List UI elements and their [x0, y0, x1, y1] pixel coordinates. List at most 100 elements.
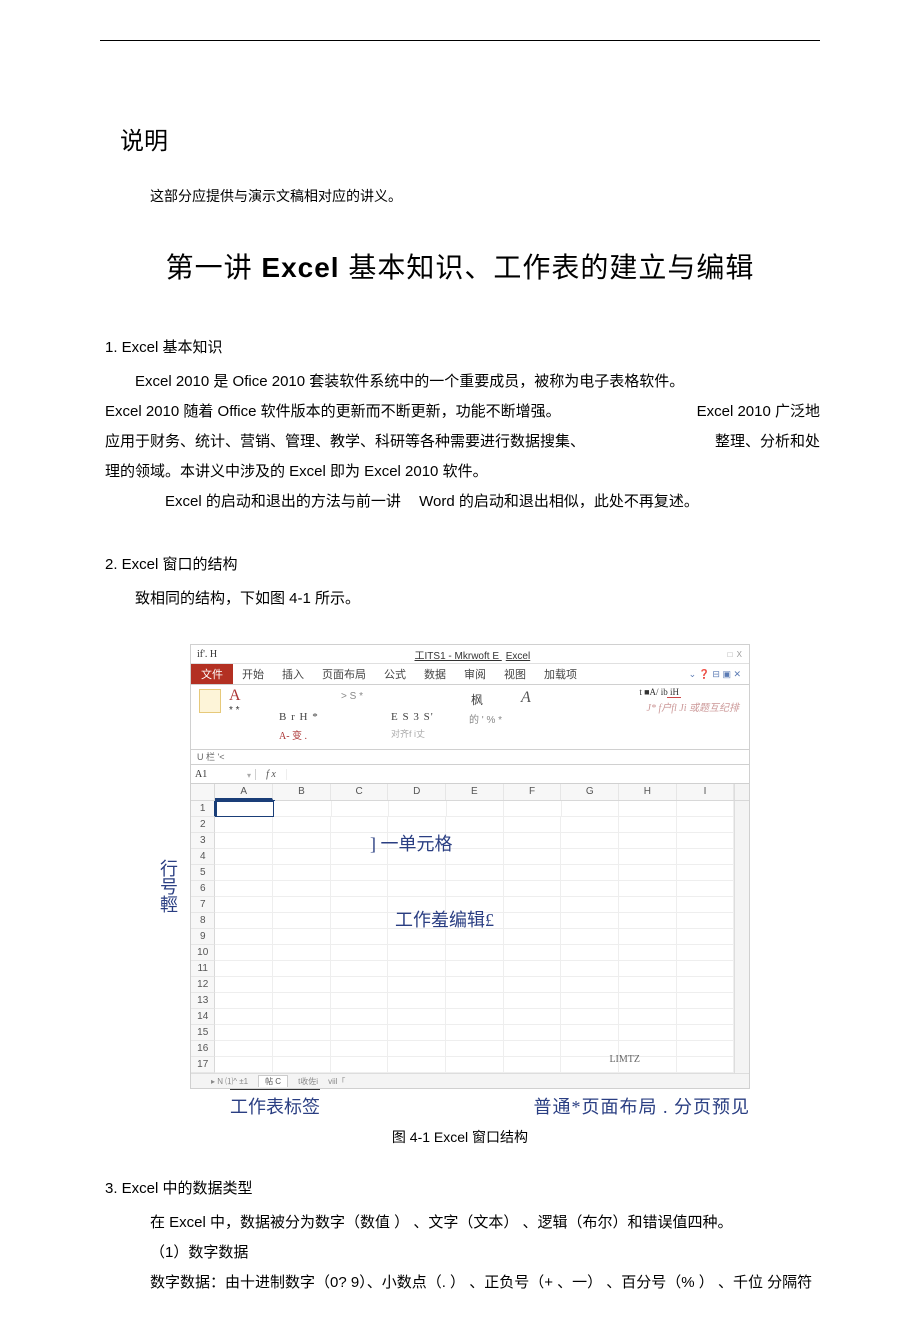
row-header[interactable]: 8: [191, 913, 215, 929]
tab-layout[interactable]: 页面布局: [313, 664, 375, 684]
row-header[interactable]: 17: [191, 1057, 215, 1073]
ribbon-A-italic[interactable]: A: [521, 689, 531, 707]
cell[interactable]: [561, 929, 619, 945]
cell[interactable]: [215, 1041, 273, 1057]
cell[interactable]: [215, 817, 273, 833]
col-header-G[interactable]: G: [561, 784, 619, 800]
cell[interactable]: [619, 865, 677, 881]
cell[interactable]: [215, 961, 273, 977]
cell[interactable]: [677, 897, 735, 913]
cell[interactable]: [332, 801, 390, 817]
cell[interactable]: [677, 1025, 735, 1041]
cell[interactable]: [331, 929, 389, 945]
cell[interactable]: [504, 1041, 562, 1057]
cell[interactable]: [273, 849, 331, 865]
cell[interactable]: [331, 1057, 389, 1073]
cell[interactable]: [562, 801, 620, 817]
cell[interactable]: [273, 929, 331, 945]
cell[interactable]: [677, 865, 735, 881]
cell[interactable]: [331, 881, 389, 897]
cell[interactable]: [619, 1009, 677, 1025]
cell[interactable]: [215, 865, 273, 881]
cell[interactable]: [677, 1041, 735, 1057]
cell[interactable]: [331, 977, 389, 993]
cell[interactable]: [561, 945, 619, 961]
select-all-corner[interactable]: [191, 784, 215, 800]
cell[interactable]: [215, 993, 273, 1009]
cell[interactable]: [561, 833, 619, 849]
cell[interactable]: [561, 881, 619, 897]
cell[interactable]: [561, 817, 619, 833]
cell[interactable]: [561, 849, 619, 865]
clipboard-icon[interactable]: [199, 689, 221, 713]
cell[interactable]: [215, 833, 273, 849]
cell[interactable]: [677, 833, 735, 849]
cell[interactable]: [504, 865, 562, 881]
cell[interactable]: [561, 961, 619, 977]
cell[interactable]: [388, 1057, 446, 1073]
cell[interactable]: [446, 1009, 504, 1025]
cell[interactable]: [446, 1057, 504, 1073]
cell[interactable]: [619, 961, 677, 977]
col-header-C[interactable]: C: [331, 784, 389, 800]
ribbon-es3s[interactable]: E S 3 S': [391, 711, 434, 723]
row-header[interactable]: 10: [191, 945, 215, 961]
cell[interactable]: [273, 897, 331, 913]
cell[interactable]: [619, 977, 677, 993]
cell[interactable]: [446, 945, 504, 961]
col-header-I[interactable]: I: [677, 784, 735, 800]
col-header-E[interactable]: E: [446, 784, 504, 800]
row-header[interactable]: 12: [191, 977, 215, 993]
name-box[interactable]: A1: [191, 769, 256, 780]
ribbon-brh[interactable]: B r H *: [279, 711, 319, 723]
font-A-red[interactable]: A: [229, 687, 241, 705]
cell[interactable]: [504, 849, 562, 865]
sheet-tab-1[interactable]: 帖 C: [258, 1075, 288, 1087]
cell[interactable]: [677, 817, 735, 833]
ribbon-aBian[interactable]: A- 变 .: [279, 727, 307, 742]
cell[interactable]: [446, 865, 504, 881]
cell[interactable]: [619, 849, 677, 865]
cell[interactable]: [388, 1025, 446, 1041]
row-header[interactable]: 6: [191, 881, 215, 897]
cell[interactable]: [561, 977, 619, 993]
cell[interactable]: [619, 1025, 677, 1041]
cell[interactable]: [273, 977, 331, 993]
cell[interactable]: [446, 849, 504, 865]
row-header[interactable]: 1: [191, 801, 216, 817]
cell[interactable]: [273, 865, 331, 881]
row-header[interactable]: 9: [191, 929, 215, 945]
cell[interactable]: [677, 961, 735, 977]
row-header[interactable]: 11: [191, 961, 215, 977]
tab-file[interactable]: 文件: [191, 664, 233, 684]
row-header[interactable]: 5: [191, 865, 215, 881]
cell[interactable]: [677, 849, 735, 865]
cell[interactable]: [677, 945, 735, 961]
cell[interactable]: [273, 817, 331, 833]
cell[interactable]: [619, 993, 677, 1009]
col-header-D[interactable]: D: [388, 784, 446, 800]
cell[interactable]: [446, 1041, 504, 1057]
cell[interactable]: [504, 1057, 562, 1073]
cell[interactable]: [677, 1057, 735, 1073]
cell[interactable]: [215, 897, 273, 913]
tab-formula[interactable]: 公式: [375, 664, 415, 684]
sheet-nav[interactable]: ▸ N ⑴^ ±1: [211, 1076, 248, 1087]
cell[interactable]: [561, 865, 619, 881]
row-header[interactable]: 13: [191, 993, 215, 1009]
cell[interactable]: [273, 1057, 331, 1073]
cell[interactable]: [446, 817, 504, 833]
col-header-H[interactable]: H: [619, 784, 677, 800]
cell[interactable]: [215, 1025, 273, 1041]
cell[interactable]: [274, 801, 332, 817]
cell[interactable]: [388, 993, 446, 1009]
cell[interactable]: [504, 929, 562, 945]
cell[interactable]: [331, 913, 389, 929]
cell[interactable]: [504, 961, 562, 977]
row-header[interactable]: 4: [191, 849, 215, 865]
cell[interactable]: [619, 817, 677, 833]
cell[interactable]: [388, 961, 446, 977]
cell[interactable]: [446, 881, 504, 897]
row-header[interactable]: 16: [191, 1041, 215, 1057]
cell[interactable]: [561, 1009, 619, 1025]
